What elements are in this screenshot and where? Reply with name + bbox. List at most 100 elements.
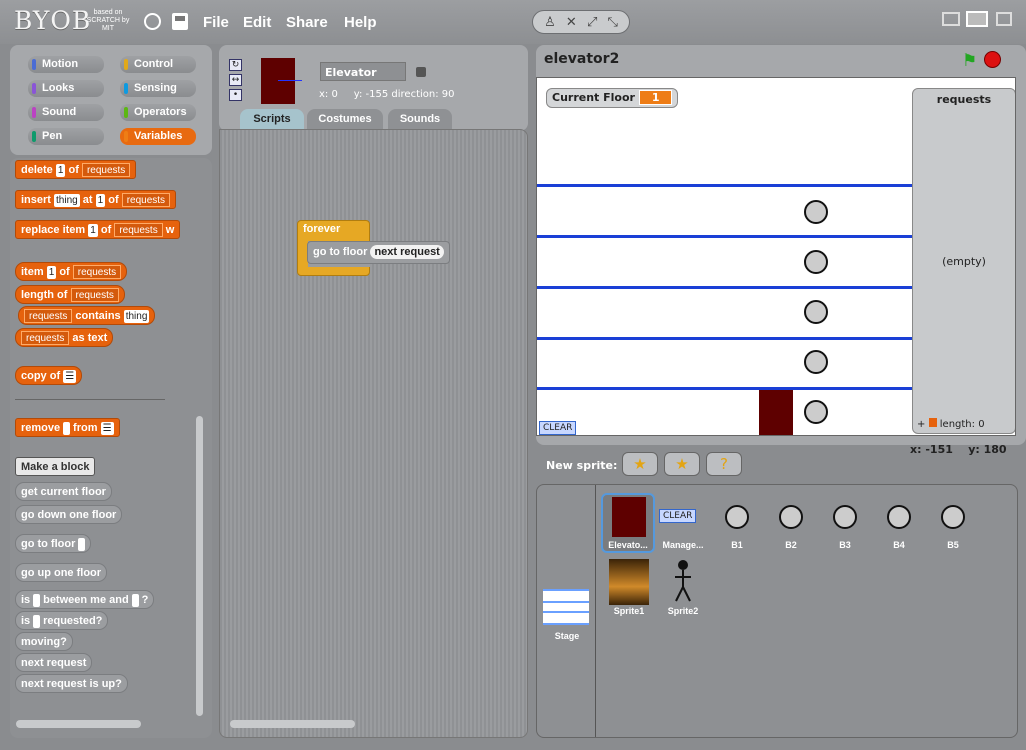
sprite-b2[interactable] (779, 505, 803, 529)
stage-thumbnail[interactable] (543, 589, 589, 625)
block-insert[interactable]: insert thing at 1 of requests (15, 190, 177, 209)
stop-icon[interactable] (984, 51, 1001, 68)
make-a-block-button[interactable]: Make a block (15, 457, 96, 476)
palette-divider (15, 399, 165, 400)
library-divider (595, 485, 596, 737)
sprite-library: Stage Elevato... CLEAR Manage... B1 B2 B… (536, 484, 1018, 738)
add-item-icon[interactable]: + (917, 419, 925, 430)
scripts-scrollbar-h[interactable] (230, 720, 355, 728)
floor-button-b2[interactable] (804, 350, 828, 374)
block-go-down-one-floor[interactable]: go down one floor (15, 505, 123, 524)
block-palette: delete 1 of requests insert thing at 1 o… (10, 158, 212, 738)
list-empty-text: (empty) (942, 255, 986, 268)
floor-button-b4[interactable] (804, 250, 828, 274)
block-next-request[interactable]: next request (15, 653, 93, 672)
list-icon: ☰ (100, 421, 114, 435)
block-item[interactable]: item 1 of requests (15, 262, 128, 281)
category-variables[interactable]: Variables (120, 128, 196, 145)
new-sprite-label: New sprite: (546, 459, 618, 472)
stage-canvas[interactable]: Current Floor 1 CLEAR requests (empty) +… (536, 77, 1016, 436)
stamp-icon[interactable]: ♙ (544, 15, 556, 30)
green-flag-icon[interactable]: ⚑ (962, 51, 977, 71)
sprite-b4[interactable] (887, 505, 911, 529)
block-remove[interactable]: remove from ☰ (15, 418, 120, 437)
block-next-request-is-up[interactable]: next request is up? (15, 674, 128, 693)
menu-edit[interactable]: Edit (243, 14, 271, 31)
wrench-icon[interactable]: ✕ (566, 15, 577, 30)
tab-sounds[interactable]: Sounds (388, 109, 452, 129)
sprite-label-b2: B2 (785, 540, 797, 550)
globe-icon[interactable] (144, 13, 161, 30)
sprite-label-manager: Manage... (662, 540, 704, 550)
floor-button-b3[interactable] (804, 300, 828, 324)
shrink-icon[interactable]: ⤡ (608, 15, 618, 30)
sprite-sprite1[interactable] (609, 559, 649, 605)
mouse-coords: x: -151 y: 180 (910, 443, 1007, 456)
block-moving[interactable]: moving? (15, 632, 73, 651)
category-pen[interactable]: Pen (28, 128, 104, 145)
presentation-icon[interactable] (996, 12, 1012, 26)
category-looks[interactable]: Looks (28, 80, 104, 97)
scripts-area[interactable]: forever go to floor next request (219, 129, 528, 738)
block-go-up-one-floor[interactable]: go up one floor (15, 563, 108, 582)
floor-line (537, 235, 913, 238)
menu-help[interactable]: Help (344, 14, 377, 31)
block-as-text[interactable]: requests as text (15, 328, 114, 347)
sprite-name-field[interactable]: Elevator (320, 62, 406, 81)
sprite-label-b3: B3 (839, 540, 851, 550)
sprite-manager-thumb[interactable]: CLEAR (659, 509, 697, 523)
category-control[interactable]: Control (120, 56, 196, 73)
small-stage-icon[interactable] (942, 12, 960, 26)
block-is-requested[interactable]: is requested? (15, 611, 109, 630)
grow-icon[interactable]: ⤢ (587, 15, 597, 30)
normal-stage-icon[interactable] (966, 11, 988, 27)
rotation-none-icon[interactable]: • (229, 89, 242, 101)
go-to-floor-block[interactable]: go to floor next request (307, 241, 450, 264)
floor-button-b1[interactable] (804, 400, 828, 424)
category-sound[interactable]: Sound (28, 104, 104, 121)
block-go-to-floor[interactable]: go to floor (15, 534, 92, 553)
sprite-b1[interactable] (725, 505, 749, 529)
rotation-full-icon[interactable]: ↻ (229, 59, 242, 71)
tab-scripts[interactable]: Scripts (240, 109, 304, 129)
next-request-reporter[interactable]: next request (370, 245, 444, 259)
current-floor-value: 1 (638, 90, 673, 105)
block-is-between[interactable]: is between me and ? (15, 590, 155, 609)
folder-sprite-button[interactable]: ★ (664, 452, 700, 476)
top-bar: BYOB based on SCRATCH by MIT File Edit S… (0, 0, 1026, 44)
stick-figure-icon[interactable] (673, 559, 693, 603)
rotation-flip-icon[interactable]: ↔ (229, 74, 242, 86)
byob-logo: BYOB (14, 6, 92, 35)
lock-icon[interactable] (416, 67, 426, 77)
floor-button-b5[interactable] (804, 200, 828, 224)
paint-sprite-button[interactable]: ★ (622, 452, 658, 476)
block-get-current-floor[interactable]: get current floor (15, 482, 112, 501)
sprite-thumbnail (261, 58, 302, 104)
save-icon[interactable] (172, 13, 188, 30)
sprite-b5[interactable] (941, 505, 965, 529)
sprite-b3[interactable] (833, 505, 857, 529)
random-sprite-button[interactable]: ? (706, 452, 742, 476)
palette-scrollbar-v[interactable] (196, 416, 203, 716)
category-operators[interactable]: Operators (120, 104, 196, 121)
list-title: requests (936, 93, 992, 106)
palette-scrollbar-h[interactable] (16, 720, 141, 728)
sprite-tools: ♙ ✕ ⤢ ⤡ (532, 10, 630, 34)
menu-file[interactable]: File (203, 14, 229, 31)
block-copy-of[interactable]: copy of ☰ (15, 366, 83, 385)
block-contains[interactable]: requests contains thing (18, 306, 156, 325)
clear-button[interactable]: CLEAR (539, 421, 577, 435)
block-replace-item[interactable]: replace item 1 of requests w (15, 220, 181, 239)
sprite-label-b5: B5 (947, 540, 959, 550)
block-delete[interactable]: delete 1 of requests (15, 160, 137, 179)
elevator-sprite[interactable] (759, 390, 793, 435)
category-sensing[interactable]: Sensing (120, 80, 196, 97)
sprite-coords: x: 0 y: -155 direction: 90 (319, 89, 455, 100)
category-panel: Motion Control Looks Sensing Sound Opera… (10, 45, 212, 155)
tab-costumes[interactable]: Costumes (307, 109, 383, 129)
category-motion[interactable]: Motion (28, 56, 104, 73)
block-length-of[interactable]: length of requests (15, 285, 125, 304)
menu-share[interactable]: Share (286, 14, 328, 31)
sprite-label-sprite2: Sprite2 (667, 606, 699, 616)
sprite-label-b1: B1 (731, 540, 743, 550)
